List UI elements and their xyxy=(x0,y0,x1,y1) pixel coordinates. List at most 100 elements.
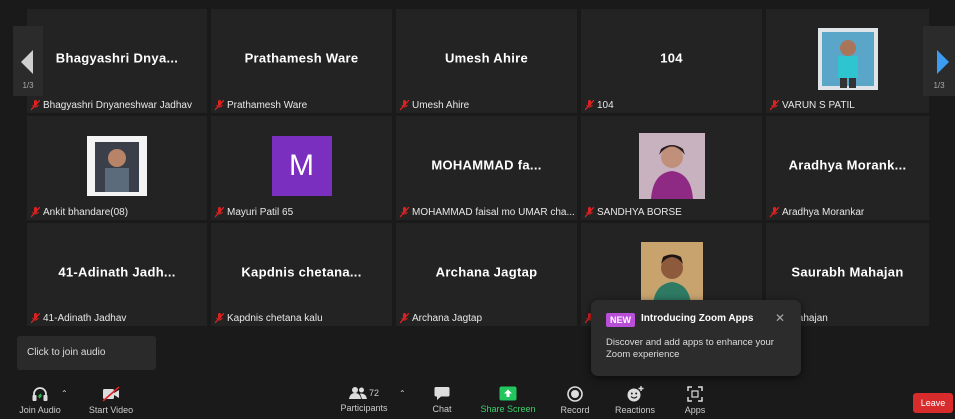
headphones-icon xyxy=(32,387,48,401)
participant-name-large: 104 xyxy=(660,50,683,66)
participant-label-text: Archana Jagtap xyxy=(412,313,483,324)
video-tile[interactable]: VARUN S PATIL xyxy=(766,9,929,113)
start-video-button[interactable]: Start Video xyxy=(86,386,136,415)
leave-button[interactable]: Leave xyxy=(913,393,953,413)
mic-muted-icon xyxy=(585,100,594,111)
participant-label-text: Ankit bhandare(08) xyxy=(43,207,129,218)
join-audio-label: Join Audio xyxy=(19,405,61,415)
participant-label: Kapdnis chetana kalu xyxy=(215,313,323,324)
video-tile[interactable]: Prathamesh Ware Prathamesh Ware xyxy=(211,9,392,113)
apps-icon xyxy=(687,386,703,402)
mic-muted-icon xyxy=(215,313,224,324)
participant-label: VARUN S PATIL xyxy=(770,100,855,111)
apps-button[interactable]: Apps xyxy=(680,386,710,415)
participant-label: MOHAMMAD faisal mo UMAR cha... xyxy=(400,207,575,218)
mic-muted-icon xyxy=(400,207,409,218)
participant-name-large: Umesh Ahire xyxy=(444,50,528,66)
participant-name-large: Archana Jagtap xyxy=(435,264,538,279)
participant-label-text: VARUN S PATIL xyxy=(782,100,855,111)
mic-muted-icon xyxy=(31,100,40,111)
participant-label: Mayuri Patil 65 xyxy=(215,207,293,218)
mic-muted-icon xyxy=(31,313,40,324)
participant-label-text: Umesh Ahire xyxy=(412,100,470,111)
video-tile[interactable]: SANDHYA BORSE xyxy=(581,116,762,220)
participant-label-text: SANDHYA BORSE xyxy=(597,207,682,218)
next-page-button[interactable]: 1/3 xyxy=(923,26,955,96)
participant-name-large: Bhagyashri Dnya... xyxy=(55,50,179,66)
profile-photo xyxy=(817,28,878,90)
prev-page-button[interactable]: 1/3 xyxy=(13,26,43,96)
mic-muted-icon xyxy=(400,313,409,324)
video-tile[interactable]: Ankit bhandare(08) xyxy=(27,116,207,220)
new-badge: NEW xyxy=(606,313,635,327)
participant-label-text: Prathamesh Ware xyxy=(227,100,308,111)
popup-title: Introducing Zoom Apps xyxy=(641,313,754,324)
close-icon[interactable]: ✕ xyxy=(775,311,785,325)
video-tile[interactable]: 104 104 xyxy=(581,9,762,113)
video-grid: Bhagyashri Dnya... Bhagyashri Dnyaneshwa… xyxy=(0,0,955,328)
mic-muted-icon xyxy=(31,207,40,218)
participants-button[interactable]: 72 Participants xyxy=(338,386,390,413)
chat-button[interactable]: Chat xyxy=(427,386,457,414)
participant-label: Aradhya Morankar xyxy=(770,207,864,218)
arrow-right-icon xyxy=(937,50,949,74)
record-icon xyxy=(567,386,583,402)
participant-name-large: MOHAMMAD fa... xyxy=(431,157,542,173)
profile-photo xyxy=(640,242,703,304)
reactions-label: Reactions xyxy=(614,405,656,415)
video-off-icon xyxy=(102,386,120,402)
mic-muted-icon xyxy=(770,207,779,218)
join-audio-button[interactable]: Join Audio xyxy=(18,386,62,415)
video-tile[interactable]: M Mayuri Patil 65 xyxy=(211,116,392,220)
participant-label-text: Bhagyashri Dnyaneshwar Jadhav xyxy=(43,100,192,111)
participants-count: 72 xyxy=(368,388,379,398)
video-tile[interactable]: 41-Adinath Jadh... 41-Adinath Jadhav xyxy=(27,223,207,326)
participant-label: 41-Adinath Jadhav xyxy=(31,313,126,324)
participants-label: Participants xyxy=(340,403,388,413)
chevron-up-icon[interactable]: ⌃ xyxy=(399,389,406,398)
mic-muted-icon xyxy=(400,100,409,111)
mic-muted-icon xyxy=(215,207,224,218)
mic-muted-icon xyxy=(770,100,779,111)
video-tile[interactable]: Bhagyashri Dnya... Bhagyashri Dnyaneshwa… xyxy=(27,9,207,113)
reactions-icon xyxy=(627,386,644,402)
mic-muted-icon xyxy=(215,100,224,111)
participant-label-text: Aradhya Morankar xyxy=(782,207,865,218)
record-button[interactable]: Record xyxy=(558,386,592,415)
share-screen-label: Share Screen xyxy=(480,404,536,414)
start-video-label: Start Video xyxy=(88,405,134,415)
share-screen-button[interactable]: Share Screen xyxy=(480,386,536,414)
video-tile[interactable]: Kapdnis chetana... Kapdnis chetana kalu xyxy=(211,223,392,326)
chat-icon xyxy=(434,387,450,400)
popup-body: Discover and add apps to enhance your Zo… xyxy=(606,337,774,360)
chevron-up-icon[interactable]: ⌃ xyxy=(61,389,68,398)
participant-label: Bhagyashri Dnyaneshwar Jadhav xyxy=(31,100,192,111)
record-label: Record xyxy=(560,405,590,415)
participant-label-text: Mayuri Patil 65 xyxy=(227,207,294,218)
page-indicator: 1/3 xyxy=(22,81,34,90)
participant-label: Ankit bhandare(08) xyxy=(31,207,128,218)
participant-label-text: MOHAMMAD faisal mo UMAR cha... xyxy=(412,207,575,218)
participant-name-large: Saurabh Mahajan xyxy=(791,264,904,279)
apps-label: Apps xyxy=(684,405,706,415)
participant-label: SANDHYA BORSE xyxy=(585,207,682,218)
participant-label-text: 41-Adinath Jadhav xyxy=(43,313,127,324)
participants-icon xyxy=(348,387,367,399)
share-screen-icon xyxy=(499,386,517,401)
reactions-button[interactable]: Reactions xyxy=(613,386,657,415)
join-audio-tooltip: Click to join audio xyxy=(17,336,156,370)
video-tile[interactable]: Archana Jagtap Archana Jagtap xyxy=(396,223,577,326)
video-tile[interactable]: MOHAMMAD fa... MOHAMMAD faisal mo UMAR c… xyxy=(396,116,577,220)
zoom-apps-popup: NEW Introducing Zoom Apps ✕ Discover and… xyxy=(591,300,801,376)
participant-label: Prathamesh Ware xyxy=(215,100,307,111)
participant-label: 104 xyxy=(585,100,614,111)
initial-avatar: M xyxy=(271,136,332,196)
participant-name-large: Kapdnis chetana... xyxy=(241,264,362,279)
video-tile[interactable]: Aradhya Morank... Aradhya Morankar xyxy=(766,116,929,220)
participant-name-large: 41-Adinath Jadh... xyxy=(58,264,176,279)
video-tile[interactable]: Umesh Ahire Umesh Ahire xyxy=(396,9,577,113)
profile-photo xyxy=(87,136,147,196)
participant-label-text: Kapdnis chetana kalu xyxy=(227,313,323,324)
participant-label: Umesh Ahire xyxy=(400,100,469,111)
mic-muted-icon xyxy=(585,207,594,218)
